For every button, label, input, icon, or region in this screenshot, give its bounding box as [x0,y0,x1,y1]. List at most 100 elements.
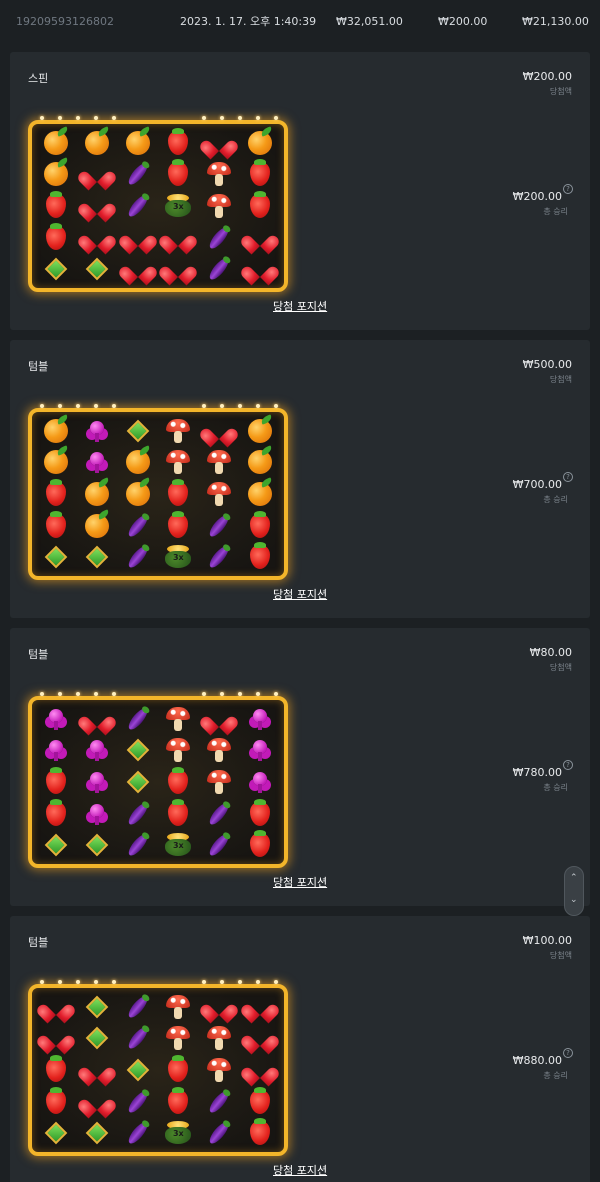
reel-cell [36,703,77,735]
board-lights [32,402,284,410]
reel-cell [239,829,280,861]
reel-cell [117,478,158,510]
round-panel: 텀블 ₩100.00 당첨액 3x ₩880.00? 총 승리 당첨 포지션 [10,916,590,1182]
reel-board: 3x [28,692,288,868]
eggplant-icon [206,1120,232,1147]
reel-cell: 3x [158,1117,199,1149]
reel-cell [36,190,77,222]
reel-cell [158,253,199,285]
heart-icon [167,259,189,279]
round-type: 텀블 [28,360,49,373]
reel-cell [36,735,77,767]
reel-cell [77,703,118,735]
eggplant-icon [125,832,150,859]
reel-cell [199,798,240,830]
total-win-amount: ₩780.00 [512,766,562,779]
reel-cell [239,1117,280,1149]
reel-cell: 3x [158,190,199,222]
reel-cell [199,222,240,254]
reel-cell [117,415,158,447]
total-win-amount: ₩880.00 [512,1054,562,1067]
reel-cell [158,159,199,191]
reel-cell [158,1023,199,1055]
strawberry-icon [249,798,270,826]
reel-cell [239,190,280,222]
reel-cell [77,541,118,573]
reel-cell: 3x [158,829,199,861]
heart-icon [249,997,271,1017]
reel-cell [77,190,118,222]
club-icon [249,708,271,730]
eggplant-icon [125,512,150,539]
reel-cell [36,1054,77,1086]
heart-icon [127,259,149,279]
diamond-icon [45,1121,68,1145]
reel-cell [199,1117,240,1149]
diamond-icon [45,257,68,281]
help-icon[interactable]: ? [563,760,573,770]
round-header: 19209593126802 2023. 1. 17. 오후 1:40:39 ₩… [0,0,600,42]
balance-amount: ₩32,051.00 [336,14,403,28]
reel-cell [117,253,158,285]
win-positions-link[interactable]: 당첨 포지션 [273,586,327,602]
win-positions-link[interactable]: 당첨 포지션 [273,298,327,314]
help-icon[interactable]: ? [563,1048,573,1058]
reel-cell [158,1086,199,1118]
strawberry-icon [249,190,270,218]
reel-cell [158,415,199,447]
reel-cell [36,541,77,573]
heart-icon [45,997,67,1017]
mushroom-icon [165,738,191,763]
orange-icon [44,130,69,155]
reel-cell [77,415,118,447]
heart-icon [127,228,149,248]
total-win-label: 총 승리 [543,1071,568,1080]
reel-cell [117,991,158,1023]
diamond-icon [45,545,68,569]
round-datetime: 2023. 1. 17. 오후 1:40:39 [180,15,317,28]
pot-icon: 3x [164,833,192,857]
reel-cell [239,510,280,542]
reel-cell [199,253,240,285]
scroll-down-icon[interactable]: ⌄ [570,895,578,905]
win-positions-link[interactable]: 당첨 포지션 [273,1162,327,1178]
help-icon[interactable]: ? [563,472,573,482]
orange-icon [247,450,272,475]
strawberry-icon [168,766,189,794]
reel-cell [77,829,118,861]
reel-board: 3x [28,980,288,1156]
reel-cell [36,415,77,447]
win-positions-link[interactable]: 당첨 포지션 [273,874,327,890]
reel-cell [158,222,199,254]
strawberry-icon [168,1086,189,1114]
mushroom-icon [165,418,191,443]
reel-cell [199,190,240,222]
scroll-up-icon[interactable]: ⌃ [570,873,578,883]
round-type: 스핀 [28,72,49,85]
reel-cell [36,478,77,510]
symbol-grid: 3x [36,415,280,573]
mushroom-icon [206,162,232,187]
mushroom-icon [165,450,191,475]
reel-cell [77,991,118,1023]
symbol-grid: 3x [36,703,280,861]
orange-icon [44,418,69,443]
reel-cell [77,1117,118,1149]
scroll-control[interactable]: ⌃ ⌄ [564,866,584,916]
reel-cell [117,1086,158,1118]
help-icon[interactable]: ? [563,184,573,194]
reel-cell [239,1086,280,1118]
round-panel: 스핀 ₩200.00 당첨액 3x ₩200.00? 총 승리 당첨 포지션 [10,52,590,330]
reel-cell [199,415,240,447]
diamond-icon [85,1121,109,1145]
strawberry-icon [249,542,270,570]
round-type: 텀블 [28,648,49,661]
reel-cell [77,510,118,542]
reel-cell [158,1054,199,1086]
mushroom-icon [165,706,191,731]
reel-board: 3x [28,116,288,292]
pot-multiplier: 3x [172,553,184,563]
total-win-label: 총 승리 [543,495,568,504]
diamond-icon [126,739,149,762]
orange-icon [44,450,69,475]
